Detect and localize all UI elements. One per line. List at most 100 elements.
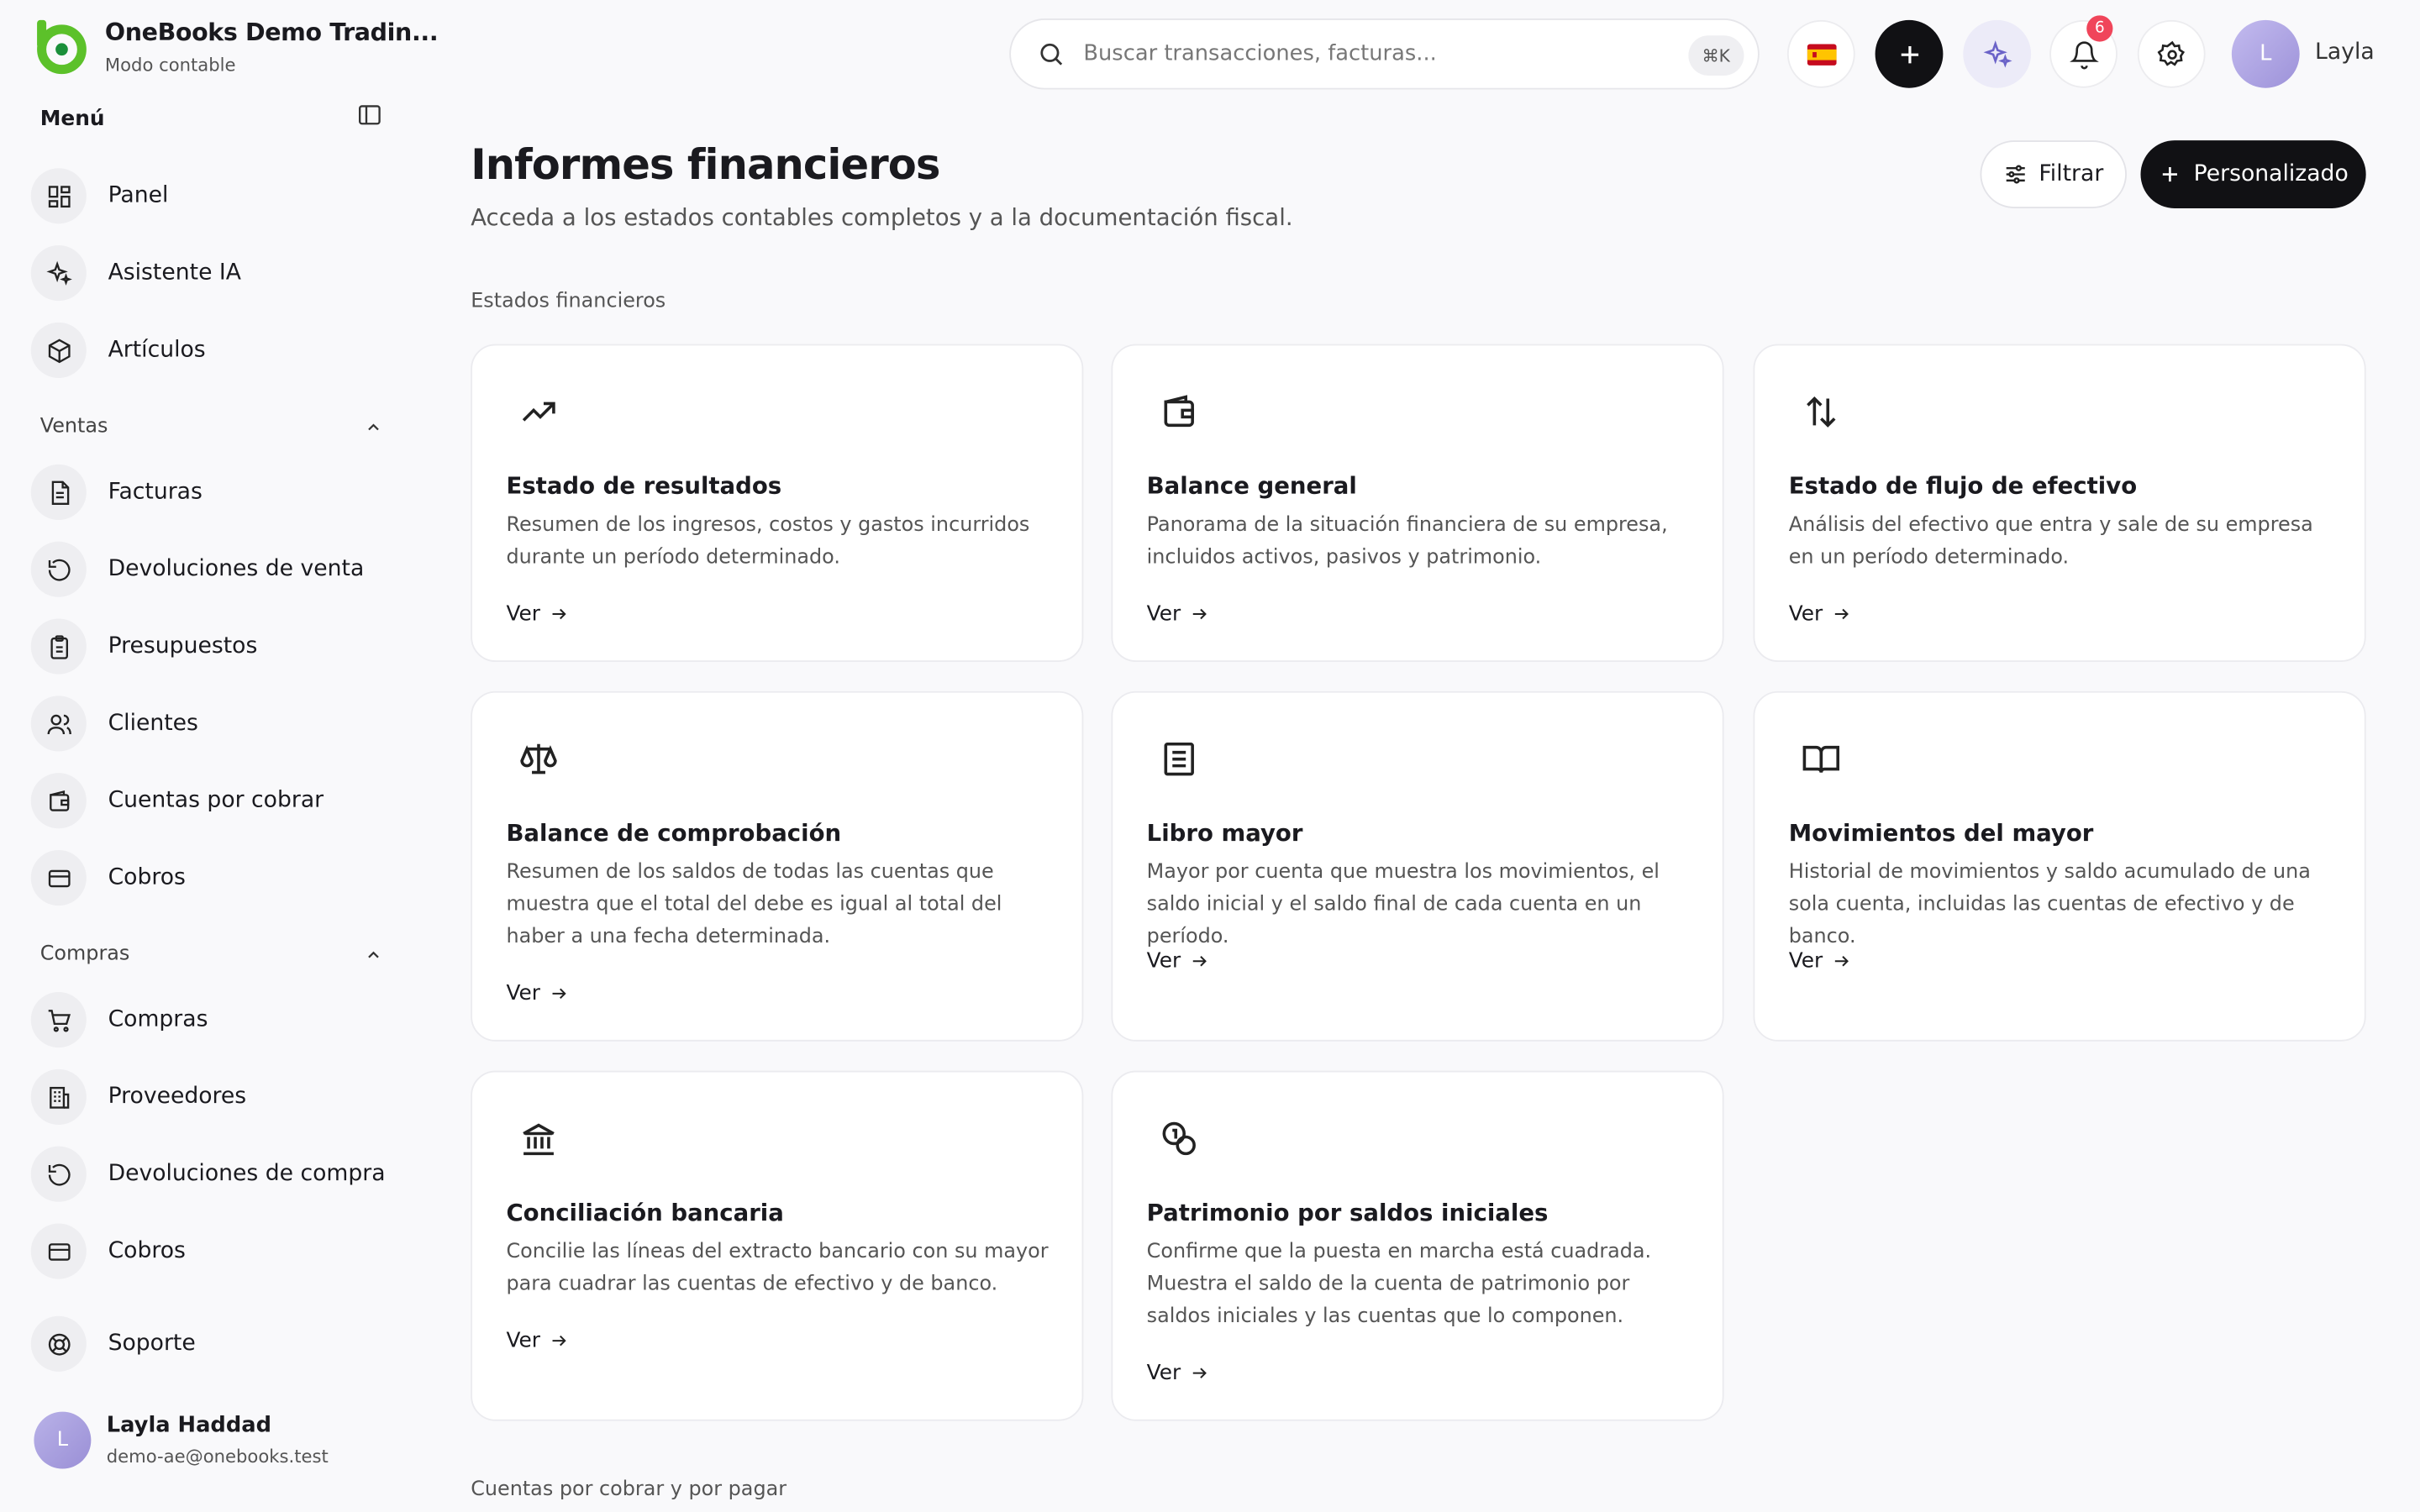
view-link[interactable]: Ver [1789,949,1851,974]
custom-report-button[interactable]: Personalizado [2140,140,2366,208]
group-title: Ventas [39,415,108,438]
view-link[interactable]: Ver [506,601,568,627]
group-compras-header[interactable]: Compras [40,942,383,966]
lifebuoy-icon [30,1315,87,1372]
report-card-general-ledger[interactable]: Libro mayor Mayor por cuenta que muestra… [1111,690,1724,1042]
view-label: Ver [1146,1360,1181,1386]
card-description: Resumen de los ingresos, costos y gastos… [506,513,1030,570]
sidebar-item-label: Cobros [108,1238,186,1264]
sidebar-item-label: Presupuestos [108,633,258,659]
card-description: Panorama de la situación financiera de s… [1146,513,1668,570]
report-card-trial-balance[interactable]: Balance de comprobación Resumen de los s… [471,690,1084,1042]
card-title: Balance de comprobación [506,819,842,848]
sidebar-item-label: Proveedores [108,1084,247,1110]
sidebar-item-label: Cuentas por cobrar [108,788,324,813]
dashboard-icon [30,168,87,224]
cart-icon [30,991,87,1048]
view-link[interactable]: Ver [1147,949,1209,974]
view-label: Ver [506,981,540,1006]
app-root: OneBooks Demo Tradin... Modo contable Me… [0,0,2420,1512]
wallet-icon [30,773,87,829]
sidebar-item-sales-returns[interactable]: Devoluciones de venta [30,541,365,597]
group-title: Compras [39,942,130,966]
company-name: OneBooks Demo Tradin... [104,18,439,46]
ai-button[interactable] [1963,19,2032,88]
sidebar-item-purchase-returns[interactable]: Devoluciones de compra [30,1146,386,1202]
card-title: Movimientos del mayor [1788,819,2094,848]
building-icon [30,1068,87,1125]
notifications-button[interactable]: 6 [2049,15,2118,88]
search-icon [1040,43,1063,66]
sidebar-item-receivables[interactable]: Cuentas por cobrar [30,773,324,829]
view-link[interactable]: Ver [506,981,568,1006]
scale-icon [520,743,557,774]
view-link[interactable]: Ver [1147,1361,1209,1385]
sidebar-item-articles[interactable]: Artículos [30,322,206,378]
sidebar-item-label: Devoluciones de venta [108,557,365,582]
report-card-ledger-movements[interactable]: Movimientos del mayor Historial de movim… [1753,690,2366,1042]
card-description: Mayor por cuenta que muestra los movimie… [1146,860,1660,949]
search-bar[interactable]: Buscar transacciones, facturas... ⌘K [1009,18,1760,90]
ledger-icon [1164,742,1194,776]
report-card-cash-flow[interactable]: Estado de flujo de efectivo Análisis del… [1753,344,2366,662]
arrow-right-icon [1834,608,1849,620]
menu-header: Menú [40,102,383,134]
sidebar-item-customers[interactable]: Clientes [30,696,198,752]
arrows-up-down-icon [1807,396,1836,428]
sidebar-item-payments[interactable]: Cobros [30,1223,186,1279]
card-description: Concilie las líneas del extracto bancari… [506,1240,1049,1296]
language-button[interactable] [1786,19,1855,88]
user-email: demo-ae@onebooks.test [106,1445,329,1467]
view-label: Ver [506,1328,540,1353]
add-button[interactable] [1875,19,1944,88]
rotate-icon [30,541,87,597]
filter-label: Filtrar [2039,161,2104,187]
document-icon [30,464,87,520]
spain-flag-icon [1806,43,1836,65]
view-link[interactable]: Ver [506,1328,568,1353]
chevron-up-icon [368,950,379,958]
view-label: Ver [1146,601,1181,627]
page-subtitle: Acceda a los estados contables completos… [471,203,1293,232]
chevron-up-icon [368,423,379,430]
settings-button[interactable] [2137,19,2206,88]
sidebar-item-collections[interactable]: Cobros [30,850,186,906]
search-input[interactable]: Buscar transacciones, facturas... [1083,42,1436,66]
sidebar-item-suppliers[interactable]: Proveedores [30,1068,247,1125]
trending-up-icon [522,402,555,422]
report-card-opening-equity[interactable]: Patrimonio por saldos iniciales Confirme… [1111,1070,1724,1421]
sidebar-item-quotes[interactable]: Presupuestos [30,618,258,675]
card-title: Libro mayor [1146,819,1303,848]
arrow-right-icon [552,1335,566,1347]
view-link[interactable]: Ver [1146,601,1209,627]
sidebar-item-panel[interactable]: Panel [30,168,169,224]
card-icon [30,1223,87,1279]
shortcut-hint: ⌘K [1687,35,1744,76]
sidebar-item-label: Facturas [108,480,203,505]
card-description: Confirme que la puesta en marcha está cu… [1146,1240,1652,1329]
sidebar-item-invoices[interactable]: Facturas [30,464,203,520]
gear-icon [2156,39,2185,66]
group-ventas-header[interactable]: Ventas [40,415,383,438]
report-card-income-statement[interactable]: Estado de resultados Resumen de los ingr… [471,344,1084,662]
custom-label: Personalizado [2193,161,2349,187]
report-card-bank-reconciliation[interactable]: Conciliación bancaria Concilie las línea… [471,1070,1084,1421]
sidebar-item-label: Soporte [108,1331,196,1357]
sidebar-item-purchases[interactable]: Compras [30,991,208,1048]
avatar[interactable]: L [2231,19,2300,88]
menu-title: Menú [39,105,105,131]
sidebar-item-support[interactable]: Soporte [30,1315,196,1372]
filter-button[interactable]: Filtrar [1980,140,2127,208]
card-icon [30,850,87,906]
sidebar-toggle-icon[interactable] [356,102,382,134]
report-card-balance-sheet[interactable]: Balance general Panorama de la situación… [1111,344,1724,662]
brand[interactable]: OneBooks Demo Tradin... Modo contable [31,17,439,76]
arrow-right-icon [1834,956,1849,967]
sidebar-user[interactable]: L Layla Haddad demo-ae@onebooks.test [34,1411,329,1469]
wallet-icon [1164,395,1194,428]
sidebar-item-ai-assistant[interactable]: Asistente IA [30,245,242,302]
sidebar-item-label: Asistente IA [108,260,242,286]
view-link[interactable]: Ver [1789,601,1851,627]
user-name-top[interactable]: Layla [2315,40,2375,65]
arrow-right-icon [552,988,566,1000]
